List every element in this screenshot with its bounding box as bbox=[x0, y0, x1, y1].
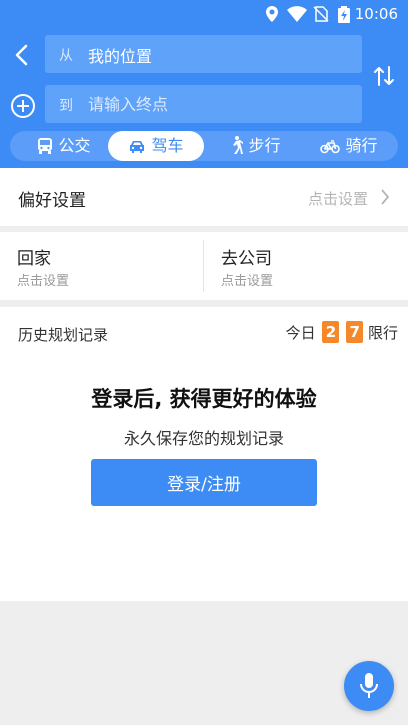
preference-hint: 点击设置 bbox=[307, 190, 368, 208]
travel-mode-tabs: 公交 驾车 步行 骑行 bbox=[10, 131, 398, 161]
destination-field[interactable]: 到 bbox=[45, 85, 362, 123]
swap-icon[interactable] bbox=[372, 64, 396, 88]
shortcut-company-title: 去公司 bbox=[221, 249, 272, 269]
add-waypoint-icon[interactable] bbox=[10, 93, 36, 119]
no-sim-icon bbox=[313, 6, 329, 22]
login-register-button[interactable]: 登录/注册 bbox=[91, 459, 317, 506]
origin-value[interactable]: 我的位置 bbox=[88, 43, 152, 67]
limit-prefix: 今日 bbox=[285, 323, 316, 342]
traffic-limit-badge: 今日 2 7 限行 bbox=[286, 321, 398, 345]
limit-digit: 2 bbox=[322, 321, 340, 343]
history-section: 历史规划记录 今日 2 7 限行 登录后, 获得更好的体验 永久保存您的规划记录… bbox=[0, 307, 408, 601]
tab-walk[interactable]: 步行 bbox=[210, 131, 300, 161]
login-prompt-subtitle: 永久保存您的规划记录 bbox=[123, 429, 284, 448]
shortcut-company[interactable]: 去公司 点击设置 bbox=[204, 232, 407, 300]
limit-suffix: 限行 bbox=[367, 323, 398, 342]
status-time: 10:06 bbox=[354, 5, 398, 23]
location-icon bbox=[266, 6, 278, 22]
battery-charging-icon bbox=[338, 6, 350, 23]
shortcut-home[interactable]: 回家 点击设置 bbox=[0, 232, 203, 300]
wifi-icon bbox=[287, 6, 307, 22]
status-bar: 10:06 bbox=[0, 0, 408, 28]
preference-settings-row[interactable]: 偏好设置 点击设置 bbox=[0, 168, 408, 226]
origin-prefix: 从 bbox=[59, 48, 73, 64]
bike-icon bbox=[320, 140, 341, 154]
tab-bus[interactable]: 公交 bbox=[24, 131, 104, 161]
login-prompt-title: 登录后, 获得更好的体验 bbox=[91, 387, 317, 411]
voice-input-button[interactable] bbox=[344, 661, 394, 711]
tab-drive-label: 驾车 bbox=[151, 136, 184, 155]
back-arrow-icon[interactable] bbox=[12, 44, 32, 66]
shortcut-row: 回家 点击设置 去公司 点击设置 bbox=[0, 232, 408, 300]
destination-input[interactable] bbox=[88, 89, 348, 119]
car-icon bbox=[130, 141, 145, 153]
tab-walk-label: 步行 bbox=[248, 136, 281, 155]
origin-field[interactable]: 从 我的位置 bbox=[45, 35, 362, 73]
limit-digit: 7 bbox=[346, 321, 364, 343]
bus-icon bbox=[38, 138, 53, 154]
route-header: 10:06 从 我的位置 到 公交 bbox=[0, 0, 408, 168]
shortcut-home-subtitle: 点击设置 bbox=[17, 274, 70, 289]
shortcut-company-subtitle: 点击设置 bbox=[221, 274, 274, 289]
tab-bike[interactable]: 骑行 bbox=[304, 131, 394, 161]
shortcut-home-title: 回家 bbox=[17, 249, 51, 269]
tab-bike-label: 骑行 bbox=[345, 136, 378, 155]
destination-prefix: 到 bbox=[59, 98, 73, 114]
history-title: 历史规划记录 bbox=[18, 326, 109, 344]
walk-icon bbox=[233, 136, 245, 154]
preference-title: 偏好设置 bbox=[18, 191, 86, 211]
chevron-right-icon bbox=[381, 189, 390, 205]
tab-bus-label: 公交 bbox=[58, 136, 91, 155]
tab-drive[interactable]: 驾车 bbox=[108, 131, 204, 161]
microphone-icon bbox=[360, 673, 378, 698]
